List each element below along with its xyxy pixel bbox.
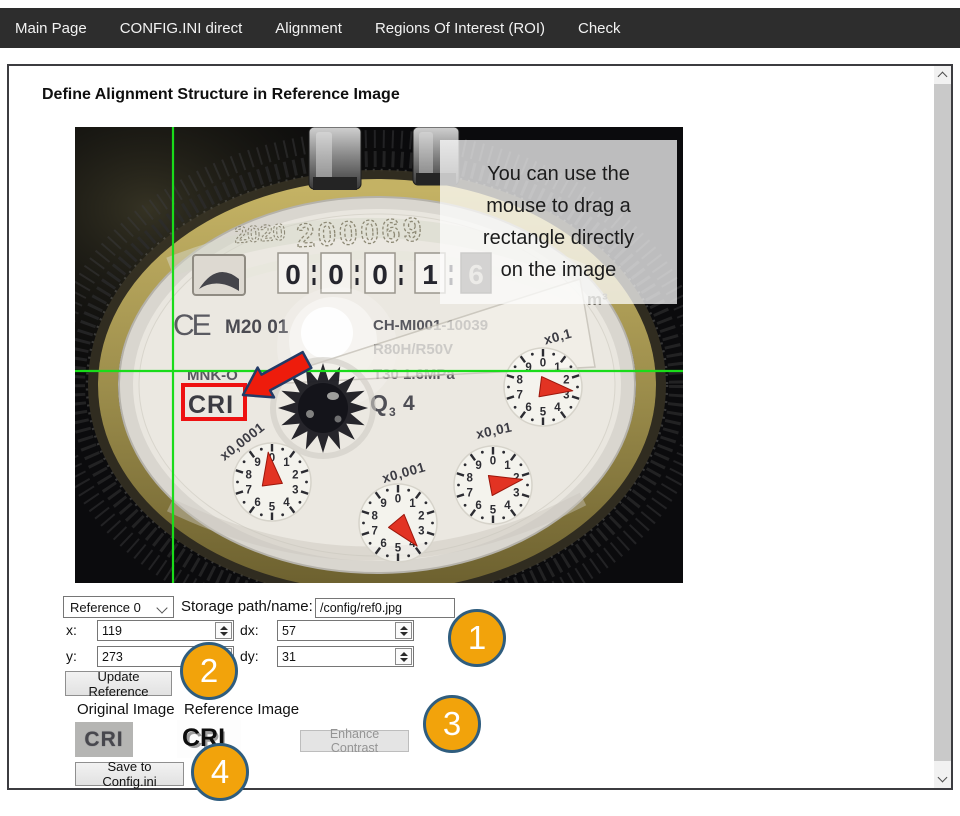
step-4-number: 4 <box>211 753 229 791</box>
storage-path-input[interactable]: /config/ref0.jpg <box>315 598 455 618</box>
original-image-thumbnail: CRI <box>75 722 133 757</box>
svg-text:6: 6 <box>475 500 481 512</box>
svg-text:4: 4 <box>504 500 511 512</box>
nav-check[interactable]: Check <box>578 20 621 37</box>
scrollbar-thumb[interactable] <box>934 84 951 761</box>
x-value: 119 <box>98 624 215 638</box>
top-navbar: Main Page CONFIG.INI direct Alignment Re… <box>0 8 960 48</box>
step-badge-3: 3 <box>423 695 481 753</box>
nav-regions-of-interest[interactable]: Regions Of Interest (ROI) <box>375 20 545 37</box>
svg-text:1: 1 <box>422 259 438 290</box>
meter-ce-mark: CE <box>173 309 211 342</box>
storage-path-value: /config/ref0.jpg <box>320 601 402 615</box>
scroll-down-button[interactable] <box>934 770 951 788</box>
hint-overlay: You can use the mouse to drag a rectangl… <box>440 140 677 304</box>
alignment-marker-text: CRI <box>188 391 234 419</box>
svg-text:6: 6 <box>525 402 531 414</box>
svg-text:0: 0 <box>490 456 496 468</box>
svg-text:3: 3 <box>292 485 298 497</box>
svg-text:2: 2 <box>563 374 569 386</box>
original-image-label: Original Image <box>77 701 175 718</box>
reference-image-canvas[interactable]: 2020 200069 00016 m³ CE M20 01 CH-MI001-… <box>75 127 683 583</box>
svg-text:8: 8 <box>371 510 378 522</box>
svg-text:1: 1 <box>283 457 290 469</box>
step-2-number: 2 <box>200 652 218 690</box>
dy-value: 31 <box>278 650 395 664</box>
svg-text:2: 2 <box>418 510 424 522</box>
svg-text:1: 1 <box>504 460 511 472</box>
svg-text:5: 5 <box>395 543 402 555</box>
svg-text:3: 3 <box>513 488 519 500</box>
step-1-number: 1 <box>468 619 486 657</box>
enhance-contrast-button[interactable]: Enhance Contrast <box>300 730 409 752</box>
svg-text:0: 0 <box>395 494 401 506</box>
meter-q-value: 4 <box>403 392 415 415</box>
update-reference-button[interactable]: Update Reference <box>65 671 172 696</box>
chevron-down-icon <box>156 602 167 613</box>
nav-config-ini-direct[interactable]: CONFIG.INI direct <box>120 20 243 37</box>
svg-text:8: 8 <box>466 472 473 484</box>
svg-text:3: 3 <box>418 526 424 538</box>
svg-text:4: 4 <box>283 497 290 509</box>
reference-select-value: Reference 0 <box>70 600 141 615</box>
dy-spinner[interactable] <box>395 648 412 665</box>
svg-text:8: 8 <box>245 469 252 481</box>
svg-text:0: 0 <box>540 358 546 370</box>
x-spinner[interactable] <box>215 622 232 639</box>
dx-input[interactable]: 57 <box>277 620 414 641</box>
step-badge-1: 1 <box>448 609 506 667</box>
meter-etched-serial: 200069 <box>295 210 425 254</box>
chevron-up-icon <box>938 72 948 82</box>
svg-text:6: 6 <box>254 497 260 509</box>
svg-text:6: 6 <box>380 538 386 550</box>
svg-text:9: 9 <box>475 460 481 472</box>
page-title: Define Alignment Structure in Reference … <box>42 86 400 104</box>
reference-select[interactable]: Reference 0 <box>63 596 174 618</box>
dy-label: dy: <box>240 648 259 664</box>
vertical-scrollbar[interactable] <box>934 66 951 788</box>
svg-text:0: 0 <box>328 259 344 290</box>
svg-text:1: 1 <box>554 362 561 374</box>
nav-alignment[interactable]: Alignment <box>275 20 342 37</box>
scroll-up-button[interactable] <box>934 66 951 84</box>
chevron-down-icon <box>938 773 948 783</box>
dy-input[interactable]: 31 <box>277 646 414 667</box>
step-badge-2: 2 <box>180 642 238 700</box>
reference-image-label: Reference Image <box>184 701 299 718</box>
content-frame: Define Alignment Structure in Reference … <box>7 64 953 790</box>
svg-text:7: 7 <box>466 488 472 500</box>
dx-value: 57 <box>278 624 395 638</box>
svg-text:9: 9 <box>525 362 531 374</box>
y-label: y: <box>66 648 77 664</box>
step-3-number: 3 <box>443 705 461 743</box>
svg-text:2: 2 <box>292 469 298 481</box>
svg-text:7: 7 <box>371 526 377 538</box>
svg-text:9: 9 <box>254 457 260 469</box>
svg-text:0: 0 <box>285 259 301 290</box>
svg-text:1: 1 <box>409 498 416 510</box>
nav-main-page[interactable]: Main Page <box>15 20 87 37</box>
svg-text:7: 7 <box>516 390 522 402</box>
screen: Main Page CONFIG.INI direct Alignment Re… <box>0 0 960 816</box>
svg-text:5: 5 <box>490 505 497 517</box>
x-label: x: <box>66 622 77 638</box>
svg-text:5: 5 <box>269 502 276 514</box>
svg-text:0: 0 <box>372 259 388 290</box>
storage-path-label: Storage path/name: <box>181 598 313 615</box>
save-to-config-button[interactable]: Save to Config.ini <box>75 762 184 786</box>
svg-text:5: 5 <box>540 407 547 419</box>
svg-text:4: 4 <box>554 402 561 414</box>
svg-text:9: 9 <box>380 498 386 510</box>
meter-logo-icon <box>193 255 245 295</box>
meter-type-code: MNK-O <box>187 367 238 384</box>
meter-q-sub: 3 <box>389 405 396 419</box>
step-badge-4: 4 <box>191 743 249 801</box>
svg-text:8: 8 <box>516 374 523 386</box>
x-input[interactable]: 119 <box>97 620 234 641</box>
dx-label: dx: <box>240 622 259 638</box>
svg-text:7: 7 <box>245 485 251 497</box>
dx-spinner[interactable] <box>395 622 412 639</box>
original-thumb-text: CRI <box>84 728 123 752</box>
meter-etched-year: 2020 <box>234 218 287 248</box>
